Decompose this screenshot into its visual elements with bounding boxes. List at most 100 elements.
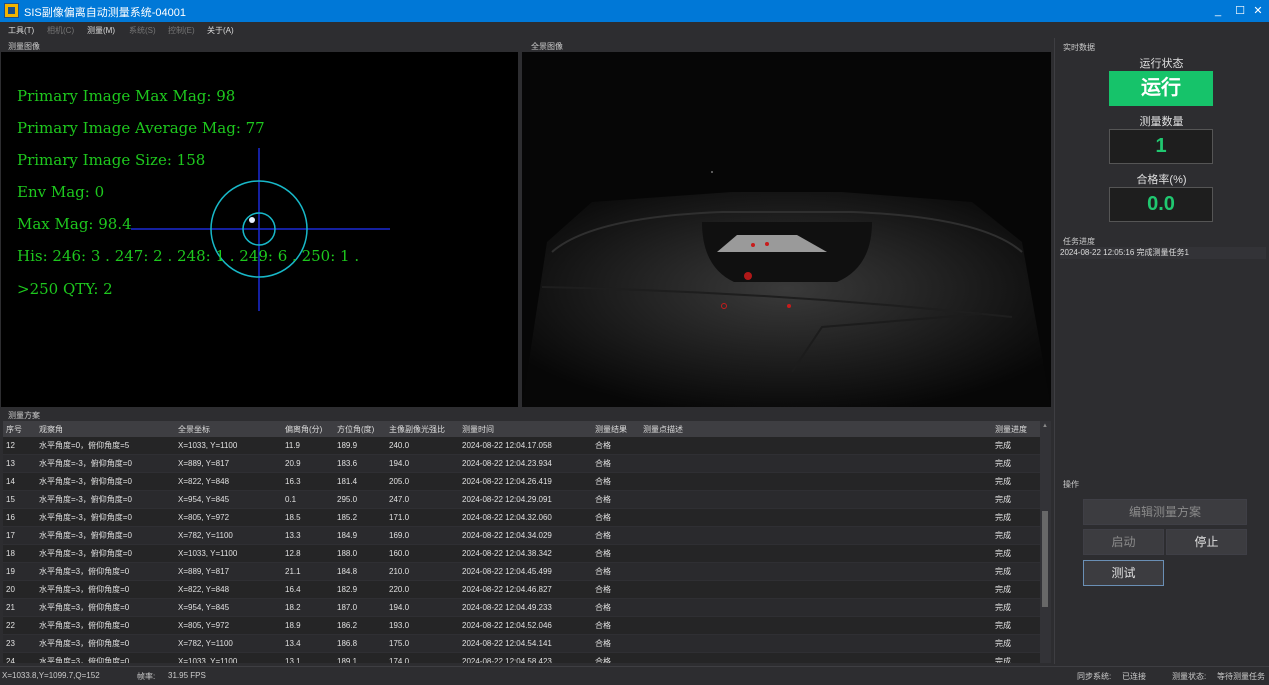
cell-result: 合格 — [592, 652, 640, 663]
cell-deviation: 11.9 — [282, 437, 334, 455]
cell-time: 2024-08-22 12:04.54.141 — [459, 634, 592, 653]
status-bar: X=1033.8,Y=1099.7,Q=152 帧率: 31.95 FPS 同步… — [0, 666, 1269, 685]
col-header-result[interactable]: 测量结果 — [592, 421, 640, 437]
cursor-coords: X=1033.8,Y=1099.7,Q=152 — [2, 671, 100, 680]
full-scene-image — [522, 52, 1051, 407]
cell-angle: 水平角度=3，俯仰角度=0 — [36, 634, 175, 653]
plan-label: 测量方案 — [8, 411, 40, 420]
scrollbar-thumb[interactable] — [1042, 511, 1048, 607]
table-row[interactable]: 24 水平角度=3，俯仰角度=0 X=1033, Y=1100 13.1 189.1 17… — [3, 652, 1040, 663]
cell-intensity-ratio: 220.0 — [386, 580, 459, 599]
table-row[interactable]: 17 水平角度=-3，俯仰角度=0 X=782, Y=1100 13.3 184.9 16… — [3, 526, 1040, 545]
cell-result: 合格 — [592, 508, 640, 527]
cell-description — [640, 508, 992, 527]
menu-system[interactable]: 系统(S) — [129, 25, 156, 36]
cell-result: 合格 — [592, 544, 640, 563]
table-row[interactable]: 14 水平角度=-3，俯仰角度=0 X=822, Y=848 16.3 181.4 205… — [3, 472, 1040, 491]
col-header-azimuth[interactable]: 方位角(度) — [334, 421, 386, 437]
app-icon — [4, 3, 19, 18]
cell-coords: X=889, Y=817 — [175, 562, 282, 581]
cell-coords: X=805, Y=972 — [175, 508, 282, 527]
col-header-angle[interactable]: 观察角 — [36, 421, 175, 437]
cell-progress: 完成 — [992, 598, 1040, 617]
test-button[interactable]: 测试 — [1083, 560, 1164, 586]
col-header-progress[interactable]: 测量进度 — [992, 421, 1040, 437]
table-row[interactable]: 23 水平角度=3，俯仰角度=0 X=782, Y=1100 13.4 186.8 175… — [3, 634, 1040, 653]
cell-result: 合格 — [592, 437, 640, 455]
cell-description — [640, 472, 992, 491]
cell-angle: 水平角度=-3，俯仰角度=0 — [36, 472, 175, 491]
cell-deviation: 16.3 — [282, 472, 334, 491]
start-button[interactable]: 启动 — [1083, 529, 1164, 555]
table-row[interactable]: 22 水平角度=3，俯仰角度=0 X=805, Y=972 18.9 186.2 193.… — [3, 616, 1040, 635]
cell-result: 合格 — [592, 580, 640, 599]
menu-control[interactable]: 控制(E) — [168, 25, 195, 36]
table-row[interactable]: 12 水平角度=0，俯仰角度=5 X=1033, Y=1100 11.9 189.9 24… — [3, 437, 1040, 455]
menu-measure[interactable]: 测量(M) — [87, 25, 115, 36]
sync-label: 同步系统: — [1077, 672, 1112, 681]
menu-about[interactable]: 关于(A) — [207, 25, 234, 36]
cell-azimuth: 187.0 — [334, 598, 386, 617]
table-row[interactable]: 15 水平角度=-3，俯仰角度=0 X=954, Y=845 0.1 295.0 247.… — [3, 490, 1040, 509]
table-row[interactable]: 16 水平角度=-3，俯仰角度=0 X=805, Y=972 18.5 185.2 171… — [3, 508, 1040, 527]
cell-azimuth: 184.9 — [334, 526, 386, 545]
table-scrollbar[interactable]: ▲ — [1040, 421, 1051, 663]
menu-camera[interactable]: 相机(C) — [47, 25, 74, 36]
table-row[interactable]: 18 水平角度=-3，俯仰角度=0 X=1033, Y=1100 12.8 188.0 1… — [3, 544, 1040, 563]
col-header-time[interactable]: 测量时间 — [459, 421, 592, 437]
cell-progress: 完成 — [992, 634, 1040, 653]
cell-intensity-ratio: 194.0 — [386, 454, 459, 473]
cell-description — [640, 526, 992, 545]
measure-image-view: Primary Image Max Mag: 98 Primary Image … — [1, 52, 518, 407]
cell-result: 合格 — [592, 616, 640, 635]
overlay-image-size: Primary Image Size: 158 — [17, 151, 206, 169]
cell-coords: X=782, Y=1100 — [175, 634, 282, 653]
cell-progress: 完成 — [992, 562, 1040, 581]
full-panel-label: 全景图像 — [531, 42, 563, 51]
table-row[interactable]: 19 水平角度=3，俯仰角度=0 X=889, Y=817 21.1 184.8 210.… — [3, 562, 1040, 581]
cell-index: 17 — [3, 526, 36, 545]
col-header-deviation[interactable]: 偏离角(分) — [282, 421, 334, 437]
fps-label: 帧率: — [137, 672, 156, 681]
right-panel: 实时数据 运行状态 运行 测量数量 1 合格率(%) 0.0 任务进度 2024… — [1054, 38, 1269, 664]
cell-coords: X=1033, Y=1100 — [175, 652, 282, 663]
cell-description — [640, 616, 992, 635]
menu-tools[interactable]: 工具(T) — [8, 25, 34, 36]
cell-coords: X=1033, Y=1100 — [175, 437, 282, 455]
table-row[interactable]: 20 水平角度=3，俯仰角度=0 X=822, Y=848 16.4 182.9 220.… — [3, 580, 1040, 599]
cell-result: 合格 — [592, 562, 640, 581]
col-header-description[interactable]: 测量点描述 — [640, 421, 992, 437]
cell-index: 22 — [3, 616, 36, 635]
minimize-icon[interactable]: _ — [1207, 0, 1229, 22]
pass-rate-value: 0.0 — [1109, 187, 1213, 222]
cell-time: 2024-08-22 12:04.26.419 — [459, 472, 592, 491]
table-row[interactable]: 13 水平角度=-3，俯仰角度=0 X=889, Y=817 20.9 183.6 194… — [3, 454, 1040, 473]
cell-angle: 水平角度=0，俯仰角度=5 — [36, 437, 175, 455]
cell-coords: X=782, Y=1100 — [175, 526, 282, 545]
fps-value: 31.95 FPS — [168, 671, 206, 680]
window-title: SIS副像偏离自动测量系统-04001 — [24, 7, 186, 19]
cell-azimuth: 183.6 — [334, 454, 386, 473]
cell-description — [640, 490, 992, 509]
col-header-coords[interactable]: 全景坐标 — [175, 421, 282, 437]
cell-deviation: 20.9 — [282, 454, 334, 473]
cell-index: 21 — [3, 598, 36, 617]
overlay-histogram: His: 246: 3 . 247: 2 . 248: 1 . 249: 6 .… — [17, 247, 360, 265]
cell-progress: 完成 — [992, 437, 1040, 455]
table-row[interactable]: 21 水平角度=3，俯仰角度=0 X=954, Y=845 18.2 187.0 194.… — [3, 598, 1040, 617]
close-icon[interactable]: ✕ — [1247, 0, 1269, 22]
realtime-label: 实时数据 — [1063, 43, 1095, 52]
cell-intensity-ratio: 210.0 — [386, 562, 459, 581]
stop-button[interactable]: 停止 — [1166, 529, 1247, 555]
scroll-up-icon[interactable]: ▲ — [1042, 423, 1048, 429]
cell-azimuth: 184.8 — [334, 562, 386, 581]
col-header-intensity-ratio[interactable]: 主像副像光强比 — [386, 421, 459, 437]
cell-angle: 水平角度=-3，俯仰角度=0 — [36, 544, 175, 563]
col-header-index[interactable]: 序号 — [3, 421, 36, 437]
cell-result: 合格 — [592, 598, 640, 617]
cell-azimuth: 186.8 — [334, 634, 386, 653]
edit-plan-button[interactable]: 编辑测量方案 — [1083, 499, 1247, 525]
cell-coords: X=954, Y=845 — [175, 598, 282, 617]
cell-progress: 完成 — [992, 616, 1040, 635]
cell-time: 2024-08-22 12:04.45.499 — [459, 562, 592, 581]
